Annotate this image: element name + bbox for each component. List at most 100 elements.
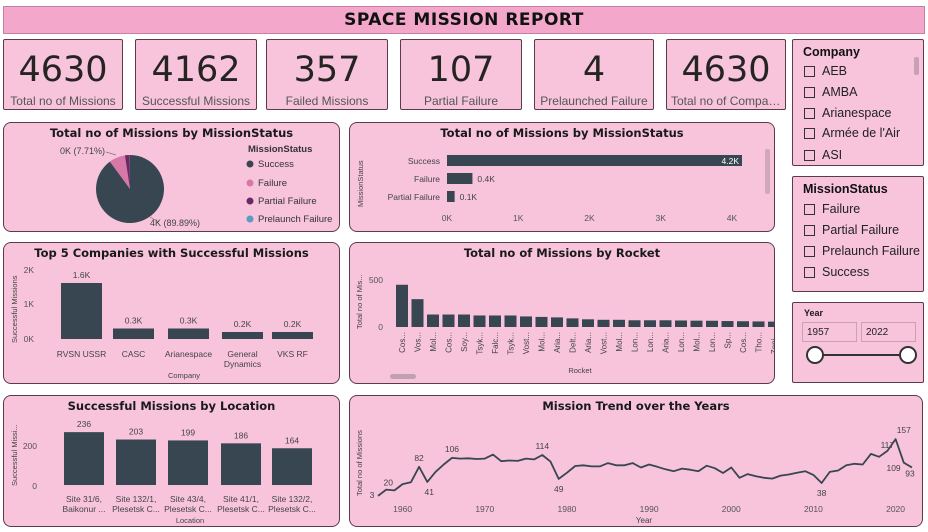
- kpi-failed-missions[interactable]: 357 Failed Missions: [266, 39, 388, 110]
- category-label: Cos...: [739, 332, 748, 353]
- data-label: 0.4K: [477, 174, 495, 184]
- checkbox[interactable]: [804, 149, 815, 161]
- rocket-bar[interactable]: [675, 320, 687, 327]
- category-label: Mol...: [693, 332, 702, 352]
- top5-companies-panel[interactable]: Top 5 Companies with Successful Missions…: [3, 242, 340, 384]
- data-label: 199: [181, 427, 195, 437]
- company-option-asi[interactable]: ASI: [804, 148, 842, 162]
- location-panel[interactable]: Successful Missions by Location Successf…: [3, 395, 340, 527]
- company-option-aeb[interactable]: AEB: [804, 64, 847, 78]
- checkbox[interactable]: [804, 65, 815, 77]
- scrollbar[interactable]: [765, 149, 770, 194]
- rocket-bar[interactable]: [628, 320, 641, 327]
- kpi-prelaunch-failure[interactable]: 4 Prelaunched Failure: [534, 39, 654, 110]
- rocket-bar[interactable]: [582, 319, 594, 327]
- point-label: 106: [445, 444, 459, 454]
- mission-status-slicer[interactable]: MissionStatus Failure Partial Failure Pr…: [792, 176, 924, 292]
- rocket-bar[interactable]: [737, 321, 749, 327]
- company-slicer[interactable]: Company AEB AMBA Arianespace Armée de l'…: [792, 39, 924, 166]
- option-label: ASI: [822, 148, 843, 162]
- year-range-end-handle[interactable]: [899, 346, 917, 364]
- rocket-bar[interactable]: [458, 314, 470, 327]
- rocket-bar[interactable]: [752, 321, 765, 327]
- status-option-prelaunch-failure[interactable]: Prelaunch Failure: [804, 244, 920, 258]
- rocket-bar[interactable]: [706, 320, 718, 327]
- rocket-bar[interactable]: [504, 315, 517, 327]
- trend-panel[interactable]: Mission Trend over the Years Total no of…: [349, 395, 923, 527]
- status-option-partial-failure[interactable]: Partial Failure: [804, 223, 899, 237]
- kpi-total-companies[interactable]: 4630 Total no of Compan...: [666, 39, 786, 110]
- legend-marker-prelaunch: [246, 215, 254, 223]
- rocket-bar[interactable]: [613, 319, 625, 327]
- rocket-bar[interactable]: [427, 314, 439, 327]
- rocket-bar[interactable]: [489, 315, 501, 327]
- rocket-bar[interactable]: [597, 319, 610, 327]
- kpi-value: 107: [427, 50, 495, 90]
- category-label: Mol...: [615, 332, 624, 352]
- rocket-bar[interactable]: [473, 315, 486, 327]
- checkbox[interactable]: [804, 86, 815, 98]
- option-label: Success: [822, 265, 870, 279]
- slicer-scrollbar[interactable]: [914, 57, 919, 75]
- category-label: Aria...: [584, 332, 593, 353]
- location-bar[interactable]: [221, 443, 261, 485]
- data-label: 0.3K: [125, 316, 143, 326]
- location-bar[interactable]: [168, 440, 208, 485]
- horizontal-scrollbar[interactable]: [390, 374, 416, 379]
- checkbox[interactable]: [804, 224, 815, 236]
- location-bar[interactable]: [116, 439, 156, 485]
- rocket-bar[interactable]: [690, 320, 703, 327]
- year-slicer[interactable]: Year 1957 2022: [792, 302, 924, 383]
- rocket-bar[interactable]: [396, 284, 408, 327]
- company-option-armee-de-lair[interactable]: Armée de l'Air: [804, 126, 900, 140]
- category-label: Plesetsk C...: [164, 504, 212, 514]
- rocket-bar[interactable]: [659, 320, 672, 327]
- status-option-failure[interactable]: Failure: [804, 202, 860, 216]
- company-bar[interactable]: [222, 332, 263, 339]
- status-bar[interactable]: [447, 173, 473, 184]
- company-bar[interactable]: [61, 283, 102, 339]
- legend-marker-success: [246, 160, 254, 168]
- status-bar[interactable]: [447, 191, 455, 202]
- y-axis-label: Successful Missi...: [10, 424, 19, 486]
- checkbox[interactable]: [804, 203, 815, 215]
- y-tick: 0: [378, 322, 383, 332]
- rocket-bar[interactable]: [644, 320, 656, 327]
- category-label: Tho...: [755, 332, 764, 352]
- year-range-start-handle[interactable]: [806, 346, 824, 364]
- rocket-panel[interactable]: Total no of Missions by Rocket Total no …: [349, 242, 775, 384]
- x-axis-label: Rocket: [568, 366, 592, 375]
- kpi-successful-missions[interactable]: 4162 Successful Missions: [135, 39, 257, 110]
- category-failure: Failure: [414, 174, 440, 184]
- pie-slice-success[interactable]: [95, 155, 164, 223]
- rocket-bar[interactable]: [566, 318, 579, 327]
- kpi-total-missions[interactable]: 4630 Total no of Missions: [3, 39, 123, 110]
- location-bar[interactable]: [64, 432, 104, 485]
- point-label: 49: [554, 484, 564, 494]
- company-bar[interactable]: [168, 328, 209, 340]
- rocket-bar[interactable]: [411, 299, 424, 327]
- year-from-input[interactable]: 1957: [802, 322, 857, 342]
- rocket-bar[interactable]: [535, 316, 548, 327]
- checkbox[interactable]: [804, 245, 815, 257]
- pie-chart-panel[interactable]: Total no of Missions by MissionStatus 0K…: [3, 122, 340, 232]
- rocket-bar[interactable]: [442, 314, 455, 327]
- status-bar[interactable]: [447, 155, 742, 166]
- company-bar[interactable]: [113, 328, 154, 340]
- company-bar[interactable]: [272, 332, 313, 339]
- status-bar-chart-panel[interactable]: Total no of Missions by MissionStatus Mi…: [349, 122, 775, 232]
- year-to-input[interactable]: 2022: [861, 322, 916, 342]
- rocket-bar[interactable]: [520, 316, 532, 327]
- status-option-success[interactable]: Success: [804, 265, 869, 279]
- checkbox[interactable]: [804, 107, 815, 119]
- checkbox[interactable]: [804, 266, 815, 278]
- checkbox[interactable]: [804, 127, 815, 139]
- company-option-amba[interactable]: AMBA: [804, 85, 857, 99]
- kpi-partial-failure[interactable]: 107 Partial Failure: [400, 39, 522, 110]
- company-option-arianespace[interactable]: Arianespace: [804, 106, 892, 120]
- rocket-bar[interactable]: [768, 321, 775, 327]
- rocket-bar[interactable]: [721, 321, 734, 327]
- rocket-bar[interactable]: [551, 317, 563, 327]
- location-bar[interactable]: [272, 448, 312, 485]
- category-label: Arianespace: [165, 349, 213, 359]
